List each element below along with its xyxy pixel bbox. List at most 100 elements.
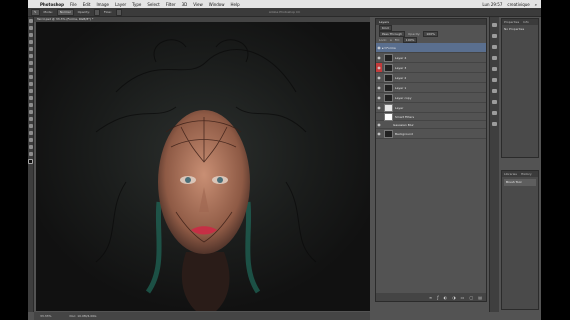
menu-layer[interactable]: Layer [115,2,126,7]
folder-icon[interactable]: ▭ [461,295,465,300]
visibility-eye-icon[interactable]: ◉ [376,129,382,138]
layer-row[interactable]: ◉ Layer 1 [376,83,486,93]
eyedropper-tool-icon[interactable] [28,54,33,58]
character-panel-icon[interactable] [492,78,497,82]
eraser-tool-icon[interactable] [28,89,33,93]
menu-image[interactable]: Image [96,2,109,7]
visibility-eye-icon[interactable]: ◉ [376,103,382,112]
menu-edit[interactable]: Edit [83,2,91,7]
adjustment-icon[interactable]: ◑ [452,295,456,300]
history-panel-icon[interactable] [492,23,497,27]
layer-thumbnail [384,129,393,138]
layer-thumbnail [384,103,393,112]
move-tool-icon[interactable] [28,19,33,23]
hand-tool-icon[interactable] [28,145,33,149]
type-tool-icon[interactable] [28,124,33,128]
visibility-eye-icon[interactable]: ◉ [376,63,382,72]
history-state[interactable]: Brush Tool [504,179,536,186]
healing-tool-icon[interactable] [28,61,33,65]
tab-history[interactable]: History [521,171,532,177]
new-layer-icon[interactable]: ▢ [469,295,473,300]
zoom-tool-icon[interactable] [28,152,33,156]
menu-bar: Photoshop File Edit Image Layer Type Sel… [28,0,541,8]
search-icon[interactable]: ⌕ [535,2,537,7]
swatches-panel-icon[interactable] [492,45,497,49]
layer-row[interactable]: ◉ Layer [376,103,486,113]
marquee-tool-icon[interactable] [28,26,33,30]
layer-row[interactable]: ◉ Layer 4 [376,53,486,63]
visibility-eye-icon[interactable]: ◉ [376,93,382,102]
menu-file[interactable]: File [70,2,77,7]
link-icon[interactable]: ∞ [429,295,432,300]
flow-label: Flow: [103,10,112,14]
visibility-eye-icon[interactable]: ◉ [376,83,382,92]
layer-opacity-field[interactable]: 100% [423,31,438,37]
opacity-field[interactable] [93,8,100,16]
doc-size[interactable]: Doc: 10.0M/4.00G [69,314,96,318]
gradient-tool-icon[interactable] [28,96,33,100]
layer-row[interactable]: ◉ Gaussian Blur [376,121,486,129]
tab-properties[interactable]: Properties [504,19,519,25]
tab-libraries[interactable]: Libraries [504,171,517,177]
quick-select-tool-icon[interactable] [28,40,33,44]
menu-view[interactable]: View [193,2,203,7]
blend-mode-select[interactable]: Pass Through [379,31,406,37]
layers-panel: Layers Kind Pass Through Opacity: 100% L… [375,18,487,302]
paths-panel-icon[interactable] [492,122,497,126]
layer-thumbnail [384,83,393,92]
layer-name: Gaussian Blur [393,122,414,127]
tab-info[interactable]: Info [523,19,529,25]
user-name[interactable]: creativique [507,2,529,7]
lasso-tool-icon[interactable] [28,33,33,37]
menu-type[interactable]: Type [132,2,141,7]
mode-label: Mode: [43,10,53,14]
tool-preset-picker[interactable]: ✎ [31,8,40,16]
menu-help[interactable]: Help [231,2,240,7]
layer-name: Forma [386,45,396,50]
tools-panel [28,17,34,312]
adjustments-panel-icon[interactable] [492,56,497,60]
opacity-label: Opacity: [408,32,421,36]
pen-tool-icon[interactable] [28,117,33,121]
styles-panel-icon[interactable] [492,67,497,71]
mask-icon[interactable]: ◐ [444,295,448,300]
layer-row[interactable]: ◉ ▸▭ Forma [376,43,486,53]
brush-tool-icon[interactable] [28,68,33,72]
layer-row[interactable]: ◉ Layer 3 [376,63,486,73]
layer-row[interactable]: ◉ Layer copy [376,93,486,103]
dodge-tool-icon[interactable] [28,110,33,114]
history-panel: Libraries History Brush Tool [501,170,539,310]
menu-3d[interactable]: 3D [182,2,188,7]
blur-tool-icon[interactable] [28,103,33,107]
layer-name: Layer [395,105,404,110]
brush-panel-icon[interactable] [492,100,497,104]
flow-field[interactable] [115,8,122,16]
mode-select[interactable]: Normal [56,8,74,16]
zoom-level[interactable]: 33.33% [40,314,51,318]
app-menu[interactable]: Photoshop [40,2,64,7]
visibility-eye-icon[interactable]: ◉ [376,73,382,82]
layer-row[interactable]: Smart Filters [376,112,486,121]
document-canvas[interactable] [36,22,370,311]
shape-tool-icon[interactable] [28,138,33,142]
visibility-eye-icon[interactable]: ◉ [376,53,382,62]
trash-icon[interactable]: ▤ [478,295,482,300]
fx-icon[interactable]: ƒ [437,295,438,300]
foreground-color-swatch[interactable] [28,159,33,164]
crop-tool-icon[interactable] [28,47,33,51]
path-select-tool-icon[interactable] [28,131,33,135]
menu-filter[interactable]: Filter [166,2,176,7]
lock-icon[interactable]: ⌂ [390,38,392,42]
layer-row[interactable]: ◉ Layer 2 [376,73,486,83]
visibility-eye-icon[interactable]: ◉ [376,120,382,129]
layer-row[interactable]: ◉ Background [376,129,486,139]
menu-window[interactable]: Window [209,2,225,7]
channels-panel-icon[interactable] [492,111,497,115]
history-brush-tool-icon[interactable] [28,82,33,86]
menu-select[interactable]: Select [147,2,159,7]
paragraph-panel-icon[interactable] [492,89,497,93]
layer-thumbnail [384,63,393,72]
menu-extras: Lun 29:57 creativique ⌕ [482,0,537,8]
clone-stamp-tool-icon[interactable] [28,75,33,79]
color-panel-icon[interactable] [492,34,497,38]
